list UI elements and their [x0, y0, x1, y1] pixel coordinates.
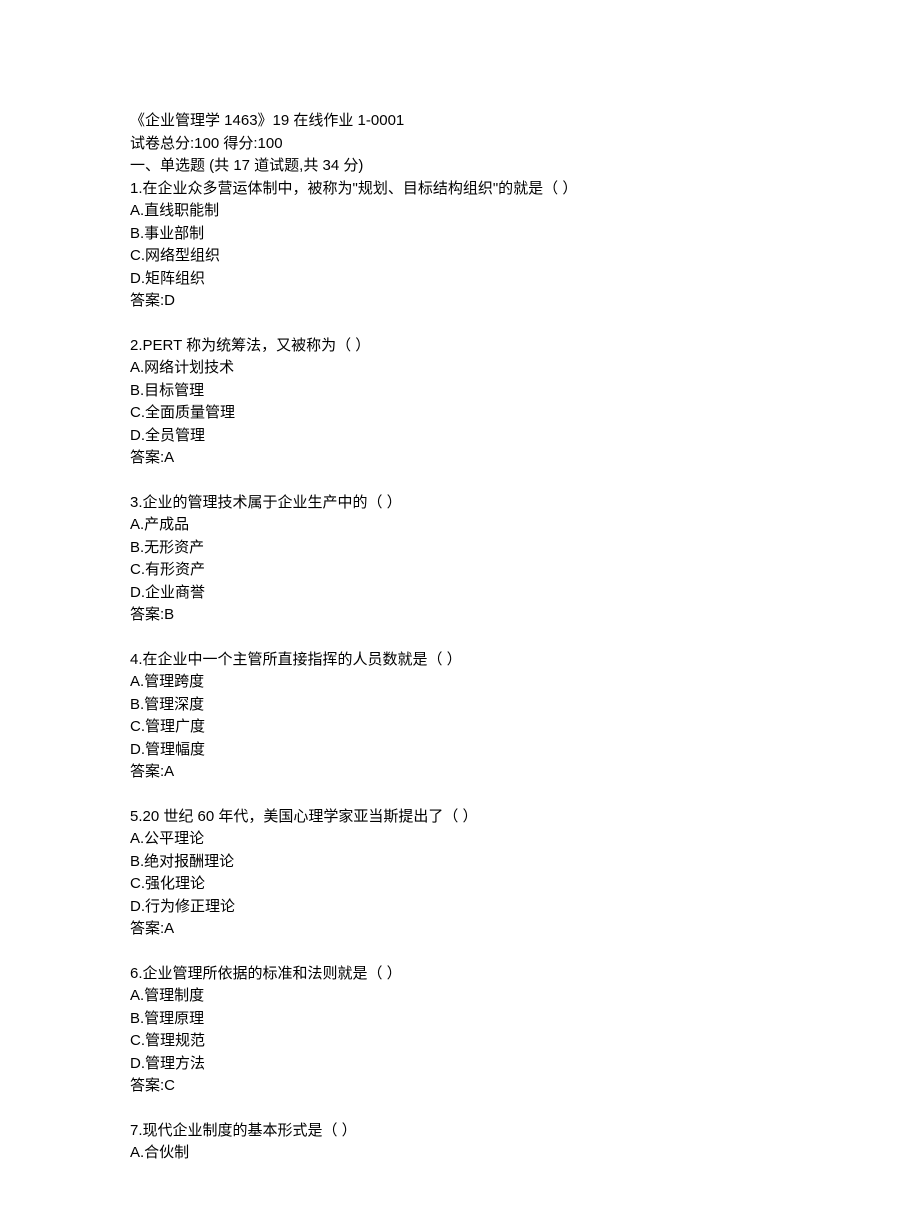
question-stem: 2.PERT 称为统筹法，又被称为（ ） [130, 335, 790, 358]
option-c: C.全面质量管理 [130, 402, 790, 425]
option-c: C.强化理论 [130, 873, 790, 896]
question-2: 2.PERT 称为统筹法，又被称为（ ） A.网络计划技术 B.目标管理 C.全… [130, 335, 790, 470]
option-d: D.管理幅度 [130, 739, 790, 762]
question-3: 3.企业的管理技术属于企业生产中的（ ） A.产成品 B.无形资产 C.有形资产… [130, 492, 790, 627]
question-stem: 5.20 世纪 60 年代，美国心理学家亚当斯提出了（ ） [130, 806, 790, 829]
option-a: A.管理跨度 [130, 671, 790, 694]
option-a: A.公平理论 [130, 828, 790, 851]
exam-title: 《企业管理学 1463》19 在线作业 1-0001 [130, 110, 790, 133]
option-c: C.有形资产 [130, 559, 790, 582]
option-a: A.合伙制 [130, 1142, 790, 1165]
answer: 答案:D [130, 290, 790, 313]
question-stem: 3.企业的管理技术属于企业生产中的（ ） [130, 492, 790, 515]
option-b: B.事业部制 [130, 223, 790, 246]
option-c: C.管理规范 [130, 1030, 790, 1053]
question-1: 1.在企业众多营运体制中，被称为"规划、目标结构组织"的就是（ ） A.直线职能… [130, 178, 790, 313]
option-b: B.绝对报酬理论 [130, 851, 790, 874]
answer: 答案:B [130, 604, 790, 627]
option-b: B.无形资产 [130, 537, 790, 560]
exam-score-line: 试卷总分:100 得分:100 [130, 133, 790, 156]
option-a: A.直线职能制 [130, 200, 790, 223]
option-b: B.管理原理 [130, 1008, 790, 1031]
question-stem: 1.在企业众多营运体制中，被称为"规划、目标结构组织"的就是（ ） [130, 178, 790, 201]
answer: 答案:A [130, 447, 790, 470]
question-stem: 6.企业管理所依据的标准和法则就是（ ） [130, 963, 790, 986]
option-c: C.网络型组织 [130, 245, 790, 268]
option-d: D.全员管理 [130, 425, 790, 448]
answer: 答案:A [130, 761, 790, 784]
option-a: A.产成品 [130, 514, 790, 537]
option-a: A.管理制度 [130, 985, 790, 1008]
option-a: A.网络计划技术 [130, 357, 790, 380]
option-d: D.行为修正理论 [130, 896, 790, 919]
option-b: B.目标管理 [130, 380, 790, 403]
option-d: D.矩阵组织 [130, 268, 790, 291]
option-d: D.企业商誉 [130, 582, 790, 605]
question-7: 7.现代企业制度的基本形式是（ ） A.合伙制 [130, 1120, 790, 1165]
option-c: C.管理广度 [130, 716, 790, 739]
answer: 答案:A [130, 918, 790, 941]
option-d: D.管理方法 [130, 1053, 790, 1076]
question-5: 5.20 世纪 60 年代，美国心理学家亚当斯提出了（ ） A.公平理论 B.绝… [130, 806, 790, 941]
option-b: B.管理深度 [130, 694, 790, 717]
question-6: 6.企业管理所依据的标准和法则就是（ ） A.管理制度 B.管理原理 C.管理规… [130, 963, 790, 1098]
question-4: 4.在企业中一个主管所直接指挥的人员数就是（ ） A.管理跨度 B.管理深度 C… [130, 649, 790, 784]
question-stem: 4.在企业中一个主管所直接指挥的人员数就是（ ） [130, 649, 790, 672]
answer: 答案:C [130, 1075, 790, 1098]
question-stem: 7.现代企业制度的基本形式是（ ） [130, 1120, 790, 1143]
section-title: 一、单选题 (共 17 道试题,共 34 分) [130, 155, 790, 178]
